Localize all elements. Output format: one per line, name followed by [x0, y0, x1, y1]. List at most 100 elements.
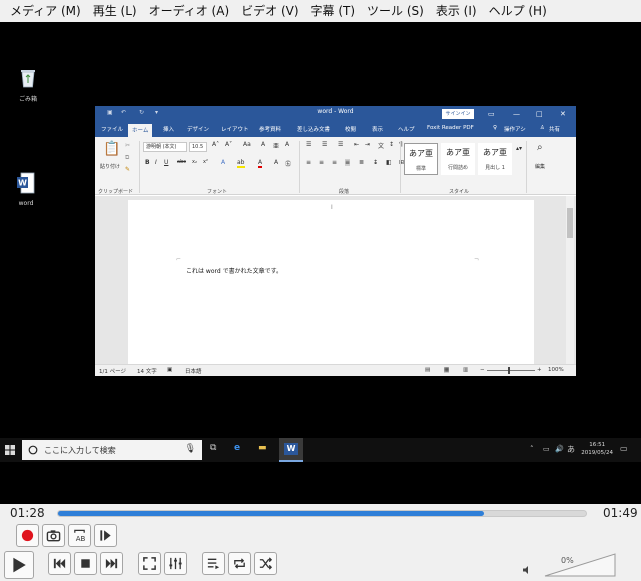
menu-video[interactable]: ビデオ (V) [235, 0, 304, 22]
word-tab-design: デザイン [187, 127, 210, 133]
grow-font-icon: A˄ [212, 141, 220, 148]
multilevel-list-icon: ☰ [338, 141, 344, 148]
file-explorer-icon: ▬ [258, 443, 267, 453]
subscript-icon: x₂ [192, 159, 197, 165]
font-group-label: フォント [207, 189, 228, 195]
stop-button[interactable] [74, 552, 97, 575]
volume-speaker-icon[interactable] [522, 565, 532, 575]
edit-label: 編集 [535, 164, 546, 170]
fullscreen-button[interactable] [138, 552, 161, 575]
skip-previous-icon [53, 558, 66, 569]
decrease-indent-icon: ⇤ [354, 141, 360, 148]
status-page: 1/1 ページ [99, 369, 126, 375]
read-mode-icon: ▤ [425, 367, 431, 373]
menu-playback[interactable]: 再生 (L) [87, 0, 143, 22]
snapshot-button[interactable] [42, 524, 65, 547]
word-ribbon: 📋 貼り付け ✂ ⧉ ✎ クリップボード 游明朝 (本文( 10.5 A˄ A˅… [95, 137, 576, 195]
lightbulb-icon: ♀ [493, 125, 498, 131]
menu-audio[interactable]: オーディオ (A) [143, 0, 236, 22]
taskbar-search-box: ここに入力して検索 🎙 [22, 440, 202, 460]
shuffle-button[interactable] [254, 552, 277, 575]
record-button[interactable] [16, 524, 39, 547]
word-tab-home: ホーム [128, 124, 153, 137]
taskbar-word-app: W [279, 438, 303, 462]
word-document-area: I これは word で書かれた文章です。 ⌐ ¬ [95, 196, 576, 364]
asian-layout-icon: 文 [378, 143, 385, 150]
word-app-icon: W [284, 443, 298, 455]
styles-scroll-icon: ▴▾ [516, 145, 523, 152]
ab-loop-button[interactable]: AB [68, 524, 91, 547]
align-right-icon: ≡ [332, 159, 338, 166]
sort-icon: ↕ [389, 141, 395, 148]
distributed-icon: ≣ [359, 159, 365, 166]
word-tab-layout: レイアウト [221, 127, 249, 133]
style-no-spacing: あア亜 行間詰め [441, 143, 475, 175]
ribbon-separator [400, 141, 401, 193]
style-sample: あア亜 [446, 148, 470, 157]
menu-tools[interactable]: ツール (S) [361, 0, 430, 22]
word-document-icon: W [17, 172, 35, 194]
task-view-icon: ⧉ [210, 443, 217, 453]
align-center-icon: ≡ [319, 159, 325, 166]
microphone-icon: 🎙 [184, 444, 196, 454]
signin-button: サインイン [442, 109, 474, 119]
menu-help[interactable]: ヘルプ (H) [483, 0, 553, 22]
italic-icon: I [155, 159, 157, 166]
playlist-icon [207, 558, 220, 570]
next-button[interactable] [100, 552, 123, 575]
frame-step-icon [100, 530, 111, 541]
windows-taskbar: ここに入力して検索 🎙 ⧉ e ▬ W ˄ ▭ 🔊 あ 16:51 2019/0… [0, 438, 641, 462]
font-size-box: 10.5 [189, 142, 207, 152]
word-vertical-scrollbar [566, 196, 574, 364]
frame-step-button[interactable] [94, 524, 117, 547]
svg-text:AB: AB [76, 534, 86, 543]
taskbar-search-placeholder: ここに入力して検索 [44, 446, 116, 455]
speaker-tray-icon: 🔊 [555, 445, 564, 453]
margin-mark: ⌐ [176, 256, 182, 263]
menu-subtitle[interactable]: 字幕 (T) [305, 0, 362, 22]
menu-view[interactable]: 表示 (I) [430, 0, 483, 22]
text-effects-icon: A [221, 159, 226, 166]
extended-settings-button[interactable] [164, 552, 187, 575]
shuffle-icon [259, 557, 273, 570]
line-spacing-icon: ↨ [373, 159, 379, 166]
ribbon-separator [139, 141, 140, 193]
proofing-icon: ▣ [167, 367, 173, 373]
ribbon-display-icon: ▭ [488, 110, 495, 118]
volume-level: 0% [561, 556, 574, 565]
maximize-icon: □ [536, 110, 543, 118]
menu-media[interactable]: メディア (M) [4, 0, 87, 22]
clipboard-group-label: クリップボード [98, 189, 134, 195]
tray-chevron-icon: ˄ [530, 445, 534, 453]
edge-icon: e [234, 443, 241, 453]
bold-icon: B [145, 159, 150, 166]
word-tab-insert: 挿入 [163, 127, 175, 133]
paragraph-group-label: 段落 [339, 189, 350, 195]
shading-icon: ◧ [386, 159, 392, 166]
equalizer-icon [169, 557, 182, 570]
share-icon: ♙ [540, 125, 545, 131]
style-name: 標準 [415, 166, 426, 172]
word-tab-file: ファイル [101, 127, 124, 133]
increase-indent-icon: ⇥ [365, 141, 371, 148]
numbering-icon: ☰ [322, 141, 328, 148]
zoom-in-icon: + [537, 367, 542, 373]
align-left-icon: ≡ [306, 159, 312, 166]
print-layout-icon: ▦ [444, 367, 450, 373]
clock-date: 2019/05/24 [581, 450, 613, 456]
play-button[interactable] [4, 551, 34, 579]
loop-button[interactable] [228, 552, 251, 575]
seek-bar[interactable] [57, 510, 587, 517]
word-window-title: word - Word [317, 108, 354, 115]
playlist-button[interactable] [202, 552, 225, 575]
shrink-font-icon: A˅ [225, 141, 233, 148]
video-surface[interactable]: ごみ箱 W word ▣ ↶ ↻ ▾ word - Word サインイン ▭ —… [0, 22, 641, 504]
menu-bar: メディア (M) 再生 (L) オーディオ (A) ビデオ (V) 字幕 (T)… [0, 0, 641, 22]
previous-button[interactable] [48, 552, 71, 575]
volume-slider[interactable] [544, 553, 616, 577]
style-name: 見出し 1 [485, 165, 505, 171]
word-status-bar: 1/1 ページ 14 文字 ▣ 日本語 ▤ ▦ ▥ − + 100% [95, 364, 576, 376]
change-case-icon: Aa [243, 141, 251, 148]
word-window: ▣ ↶ ↻ ▾ word - Word サインイン ▭ — □ ✕ ファイル ホ… [95, 106, 576, 376]
word-tab-mailings: 差し込み文書 [297, 127, 331, 133]
